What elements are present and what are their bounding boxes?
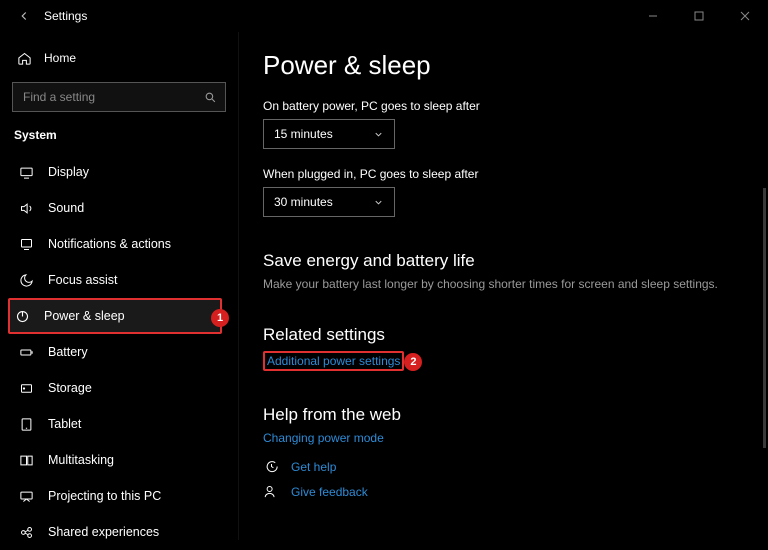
sidebar-item-sound[interactable]: Sound	[12, 190, 226, 226]
sidebar-item-label: Sound	[48, 201, 84, 215]
sidebar-item-projecting[interactable]: Projecting to this PC	[12, 478, 226, 514]
chevron-down-icon	[373, 197, 384, 208]
window-title: Settings	[44, 9, 87, 23]
get-help-label: Get help	[291, 460, 336, 474]
back-button[interactable]	[12, 9, 36, 23]
sidebar-item-tablet[interactable]: Tablet	[12, 406, 226, 442]
feedback-icon	[263, 484, 279, 499]
close-button[interactable]	[722, 0, 768, 32]
related-link-label: Additional power settings	[267, 354, 400, 368]
sidebar-item-label: Focus assist	[48, 273, 117, 287]
sidebar-item-battery[interactable]: Battery	[12, 334, 226, 370]
power-icon	[14, 309, 30, 324]
chevron-down-icon	[373, 129, 384, 140]
energy-body: Make your battery last longer by choosin…	[263, 277, 744, 291]
sidebar-item-storage[interactable]: Storage	[12, 370, 226, 406]
sidebar-item-label: Shared experiences	[48, 525, 159, 539]
sleep-battery-label: On battery power, PC goes to sleep after	[263, 99, 744, 113]
sidebar-item-label: Display	[48, 165, 89, 179]
search-input[interactable]	[21, 89, 204, 105]
sidebar-section-label: System	[12, 124, 226, 154]
battery-icon	[18, 345, 34, 360]
help-heading: Help from the web	[263, 405, 744, 425]
page-title: Power & sleep	[263, 50, 744, 81]
sidebar-item-label: Storage	[48, 381, 92, 395]
tablet-icon	[18, 417, 34, 432]
notifications-icon	[18, 237, 34, 252]
get-help-link[interactable]: Get help	[263, 459, 744, 474]
sidebar-item-label: Tablet	[48, 417, 81, 431]
home-label: Home	[44, 51, 76, 65]
sidebar-item-label: Notifications & actions	[48, 237, 171, 251]
sleep-plugged-label: When plugged in, PC goes to sleep after	[263, 167, 744, 181]
display-icon	[18, 165, 34, 180]
changing-power-mode-link[interactable]: Changing power mode	[263, 431, 384, 445]
projecting-icon	[18, 489, 34, 504]
home-icon	[16, 51, 32, 66]
additional-power-settings-link[interactable]: Additional power settings 2	[263, 351, 404, 371]
scrollbar-thumb[interactable]	[763, 188, 766, 448]
get-help-icon	[263, 459, 279, 474]
sidebar-item-power-sleep[interactable]: Power & sleep 1	[8, 298, 222, 334]
search-input-wrapper[interactable]	[12, 82, 226, 112]
maximize-button[interactable]	[676, 0, 722, 32]
energy-heading: Save energy and battery life	[263, 251, 744, 271]
multitasking-icon	[18, 453, 34, 468]
annotation-badge-2: 2	[404, 353, 422, 371]
shared-icon	[18, 525, 34, 540]
sleep-battery-value: 15 minutes	[274, 127, 333, 141]
give-feedback-link[interactable]: Give feedback	[263, 484, 744, 499]
search-icon	[204, 91, 217, 104]
sidebar-item-label: Battery	[48, 345, 88, 359]
sound-icon	[18, 201, 34, 216]
sidebar-item-notifications[interactable]: Notifications & actions	[12, 226, 226, 262]
annotation-badge-1: 1	[211, 309, 229, 327]
give-feedback-label: Give feedback	[291, 485, 368, 499]
sleep-plugged-value: 30 minutes	[274, 195, 333, 209]
sidebar-item-label: Multitasking	[48, 453, 114, 467]
sleep-battery-select[interactable]: 15 minutes	[263, 119, 395, 149]
sidebar-item-display[interactable]: Display	[12, 154, 226, 190]
sleep-plugged-select[interactable]: 30 minutes	[263, 187, 395, 217]
sidebar-item-label: Power & sleep	[44, 309, 125, 323]
sidebar-item-shared-experiences[interactable]: Shared experiences	[12, 514, 226, 550]
related-heading: Related settings	[263, 325, 744, 345]
sidebar-item-multitasking[interactable]: Multitasking	[12, 442, 226, 478]
sidebar-item-label: Projecting to this PC	[48, 489, 161, 503]
storage-icon	[18, 381, 34, 396]
main-content: Power & sleep On battery power, PC goes …	[238, 32, 768, 540]
minimize-button[interactable]	[630, 0, 676, 32]
sidebar: Home System Display Sound Notifications …	[0, 32, 238, 540]
sidebar-item-focus-assist[interactable]: Focus assist	[12, 262, 226, 298]
home-button[interactable]: Home	[12, 40, 226, 76]
focus-assist-icon	[18, 273, 34, 288]
